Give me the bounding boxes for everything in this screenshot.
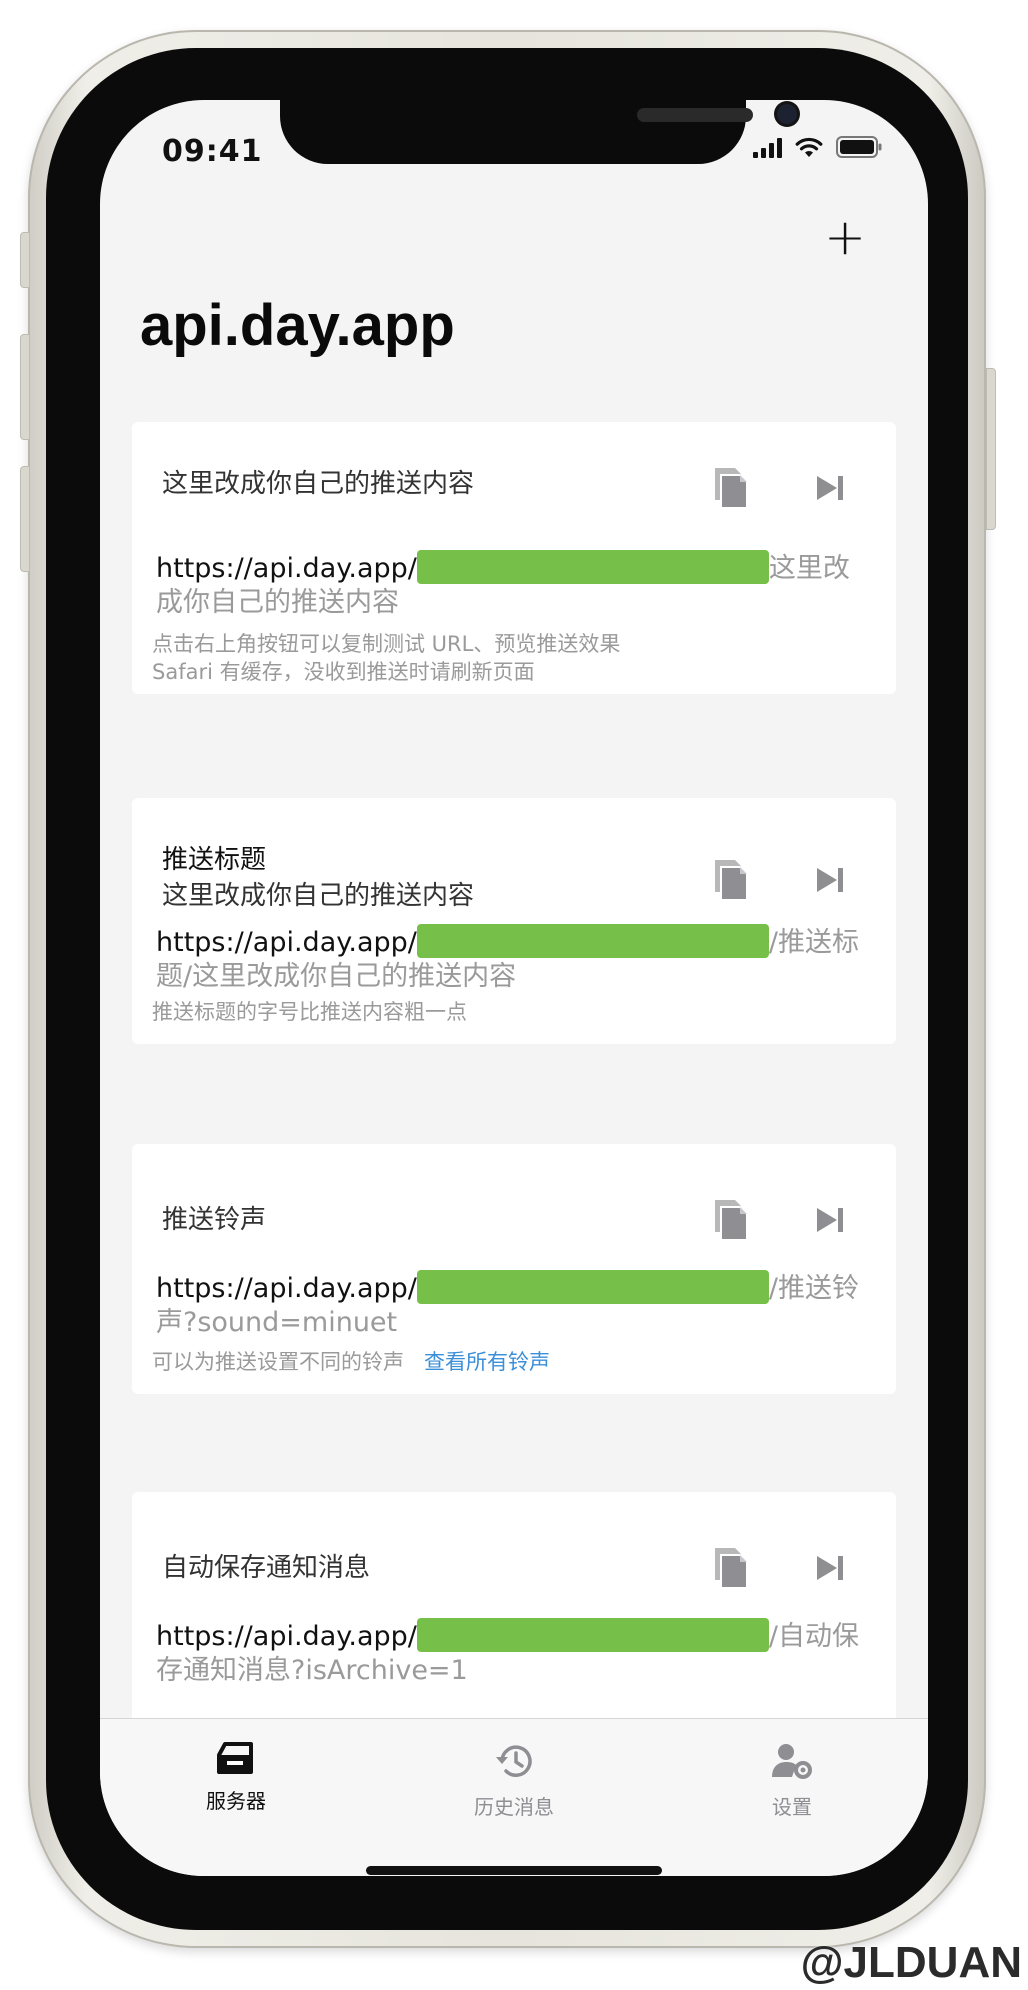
phone-side-button: [20, 232, 30, 288]
history-icon: [496, 1745, 532, 1777]
message-title-line: 推送标题: [162, 845, 267, 875]
battery-icon: [836, 136, 882, 158]
watermark: @JLDUAN: [800, 1938, 1022, 1987]
phone-side-button: [986, 368, 996, 530]
url-base: https://api.day.app/: [156, 927, 417, 958]
skip-forward-icon: [817, 868, 843, 892]
card-note: 可以为推送设置不同的铃声 查看所有铃声: [152, 1348, 872, 1376]
wifi-icon: [795, 137, 823, 157]
copy-icon: [715, 860, 748, 901]
skip-forward-icon: [817, 1208, 843, 1232]
card-message: 自动保存通知消息: [162, 1550, 370, 1586]
speaker-grill: [637, 108, 753, 122]
status-time: 09:41: [162, 134, 263, 169]
redacted-device-key: [416, 924, 769, 958]
copy-url-button[interactable]: [704, 854, 756, 906]
card-url: https://api.day.app/这里改成你自己的推送内容: [156, 550, 872, 620]
notch: [280, 100, 797, 164]
example-card: 推送标题 这里改成你自己的推送内容 https://api.day.app//推…: [132, 798, 896, 1044]
card-message: 推送标题 这里改成你自己的推送内容: [162, 842, 474, 914]
tab-server[interactable]: 服务器: [156, 1741, 316, 1814]
phone-side-button: [20, 334, 30, 440]
message-line: 这里改成你自己的推送内容: [162, 881, 475, 911]
copy-url-button[interactable]: [704, 1194, 756, 1246]
message-line: 自动保存通知消息: [162, 1553, 371, 1583]
preview-push-button[interactable]: [804, 1194, 856, 1246]
card-note: 点击右上角按钮可以复制测试 URL、预览推送效果 Safari 有缓存，没收到推…: [152, 630, 872, 686]
card-actions: [704, 462, 856, 514]
phone-screen: 09:41 + api.day.app 这里改成你自己的推送内容 https:/…: [100, 100, 928, 1876]
cellular-signal-icon: [753, 138, 782, 158]
card-url: https://api.day.app//推送标题/这里改成你自己的推送内容: [156, 924, 872, 994]
tab-settings[interactable]: 设置: [712, 1741, 872, 1820]
redacted-device-key: [416, 1270, 769, 1304]
note-line: 推送标题的字号比推送内容粗一点: [152, 1000, 467, 1024]
message-line: 推送铃声: [162, 1205, 267, 1235]
tab-label: 历史消息: [474, 1795, 554, 1819]
example-card: 推送铃声 https://api.day.app//推送铃声?sound=min…: [132, 1144, 896, 1394]
redacted-device-key: [416, 1618, 769, 1652]
copy-url-button[interactable]: [704, 1542, 756, 1594]
example-card: 这里改成你自己的推送内容 https://api.day.app/这里改成你自己…: [132, 422, 896, 694]
preview-push-button[interactable]: [804, 1542, 856, 1594]
settings-icon: [772, 1744, 812, 1779]
preview-push-button[interactable]: [804, 854, 856, 906]
add-server-button[interactable]: +: [824, 212, 866, 262]
server-icon: [217, 1742, 253, 1774]
card-note: 推送标题的字号比推送内容粗一点: [152, 998, 872, 1026]
card-url: https://api.day.app//推送铃声?sound=minuet: [156, 1270, 872, 1340]
front-camera: [777, 104, 797, 124]
card-url: https://api.day.app//自动保存通知消息?isArchive=…: [156, 1618, 872, 1688]
message-line: 这里改成你自己的推送内容: [162, 469, 475, 499]
card-message: 推送铃声: [162, 1202, 266, 1238]
note-line: Safari 有缓存，没收到推送时请刷新页面: [152, 660, 535, 684]
preview-push-button[interactable]: [804, 462, 856, 514]
skip-forward-icon: [817, 1556, 843, 1580]
tab-history[interactable]: 历史消息: [434, 1741, 594, 1820]
tab-label: 服务器: [206, 1789, 266, 1813]
home-indicator[interactable]: [366, 1866, 662, 1875]
url-base: https://api.day.app/: [156, 553, 417, 584]
phone-side-button: [20, 466, 30, 572]
note-line: 点击右上角按钮可以复制测试 URL、预览推送效果: [152, 632, 621, 656]
tab-bar: 服务器 历史消息 设置: [100, 1718, 928, 1876]
skip-forward-icon: [817, 476, 843, 500]
url-base: https://api.day.app/: [156, 1273, 417, 1304]
view-all-sounds-link[interactable]: 查看所有铃声: [424, 1350, 550, 1374]
card-actions: [704, 854, 856, 906]
copy-url-button[interactable]: [704, 462, 756, 514]
status-icons: [753, 136, 882, 158]
card-actions: [704, 1542, 856, 1594]
note-line: 可以为推送设置不同的铃声: [152, 1350, 404, 1374]
redacted-device-key: [416, 550, 769, 584]
page-title: api.day.app: [140, 293, 455, 358]
copy-icon: [715, 1200, 748, 1241]
card-actions: [704, 1194, 856, 1246]
card-message: 这里改成你自己的推送内容: [162, 466, 474, 502]
url-base: https://api.day.app/: [156, 1621, 417, 1652]
tab-label: 设置: [772, 1795, 812, 1819]
copy-icon: [715, 468, 748, 509]
copy-icon: [715, 1548, 748, 1589]
